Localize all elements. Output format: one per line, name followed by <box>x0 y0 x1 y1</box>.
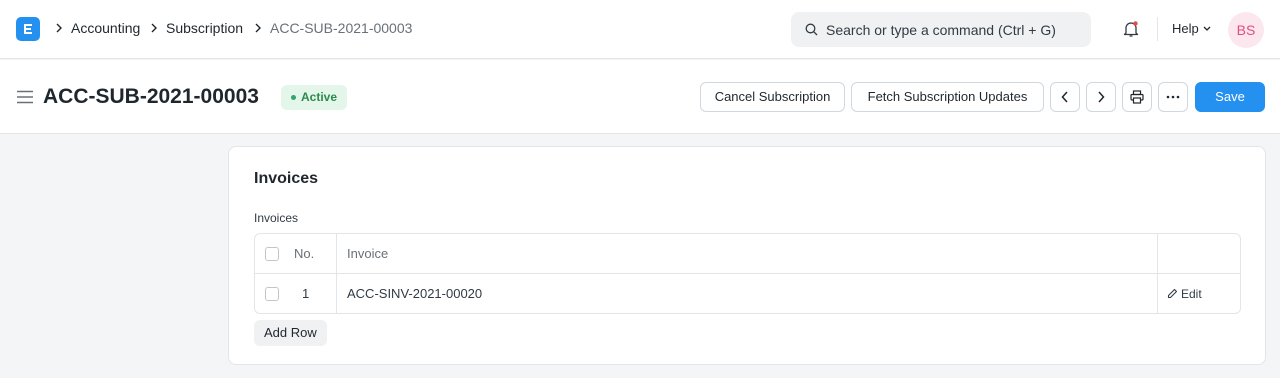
ellipsis-icon <box>1166 95 1180 99</box>
pencil-icon <box>1167 288 1178 299</box>
fetch-subscription-updates-button[interactable]: Fetch Subscription Updates <box>851 82 1044 112</box>
row-number: 1 <box>302 286 310 301</box>
erpnext-logo-icon <box>24 24 32 34</box>
cancel-subscription-button[interactable]: Cancel Subscription <box>700 82 845 112</box>
next-record-button[interactable] <box>1086 82 1116 112</box>
chevron-down-icon[interactable] <box>1202 25 1212 33</box>
column-header-invoice: Invoice <box>347 246 389 261</box>
avatar[interactable]: BS <box>1228 12 1264 48</box>
select-all-checkbox[interactable] <box>265 247 279 261</box>
row-checkbox[interactable] <box>265 287 279 301</box>
search-bar[interactable] <box>791 12 1091 47</box>
printer-icon <box>1130 90 1144 104</box>
status-dot-icon <box>291 95 296 100</box>
chevron-left-icon <box>1061 91 1068 103</box>
section-title: Invoices <box>254 170 319 187</box>
invoices-table: No. Invoice 1 ACC-SINV-2021-00020 Edit <box>254 233 1241 314</box>
navbar-divider <box>1157 17 1158 41</box>
status-badge-label: Active <box>301 90 338 104</box>
breadcrumb-subscription[interactable]: Subscription <box>166 20 243 37</box>
search-input[interactable] <box>826 12 1081 47</box>
breadcrumb-accounting[interactable]: Accounting <box>71 20 140 37</box>
more-actions-button[interactable] <box>1158 82 1188 112</box>
chevron-right-icon <box>255 23 261 33</box>
breadcrumb-current: ACC-SUB-2021-00003 <box>270 20 413 36</box>
navbar: Accounting Subscription ACC-SUB-2021-000… <box>0 0 1280 59</box>
page-title: ACC-SUB-2021-00003 <box>43 85 259 108</box>
notification-bell-icon[interactable] <box>1122 20 1140 38</box>
table-row[interactable]: 1 ACC-SINV-2021-00020 Edit <box>255 274 1240 314</box>
page-head: ACC-SUB-2021-00003 Active Cancel Subscri… <box>0 60 1280 134</box>
chevron-right-icon <box>1098 91 1105 103</box>
add-row-button[interactable]: Add Row <box>254 320 327 346</box>
invoice-link[interactable]: ACC-SINV-2021-00020 <box>347 274 482 314</box>
invoices-section: Invoices Invoices No. Invoice 1 ACC-SINV… <box>228 146 1266 365</box>
save-button[interactable]: Save <box>1195 82 1265 112</box>
chevron-right-icon <box>151 23 157 33</box>
edit-row-button[interactable]: Edit <box>1167 274 1202 314</box>
app-logo[interactable] <box>16 17 40 41</box>
previous-record-button[interactable] <box>1050 82 1080 112</box>
search-icon <box>805 23 818 36</box>
edit-label: Edit <box>1181 287 1202 301</box>
invoices-field-label: Invoices <box>254 211 299 225</box>
help-menu[interactable]: Help <box>1172 21 1199 36</box>
table-header-row: No. Invoice <box>255 234 1240 274</box>
status-badge: Active <box>281 85 348 110</box>
print-button[interactable] <box>1122 82 1152 112</box>
sidebar-toggle-icon[interactable] <box>17 90 33 104</box>
column-header-no: No. <box>294 246 315 261</box>
chevron-right-icon <box>56 23 62 33</box>
